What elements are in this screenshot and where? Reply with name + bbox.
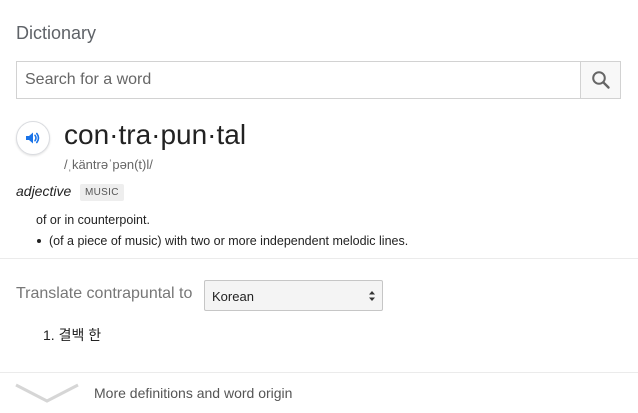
more-definitions-button[interactable]: More definitions and word origin (0, 372, 638, 413)
translate-label: Translate contrapuntal to (16, 285, 193, 302)
subject-label-badge: MUSIC (80, 184, 124, 201)
headword: con·tra·pun·tal (64, 119, 247, 150)
card-title: Dictionary (16, 23, 97, 43)
translation-result: 1. 결백 한 (43, 327, 102, 343)
section-divider (0, 258, 638, 259)
definition-sub: (of a piece of music) with two or more i… (49, 234, 409, 248)
part-of-speech: adjective (16, 183, 72, 199)
pronunciation-audio-button[interactable] (16, 121, 50, 155)
search-input[interactable] (17, 62, 582, 98)
chevron-down-icon (15, 383, 79, 403)
definition-main: of or in counterpoint. (36, 213, 150, 227)
selected-language: Korean (212, 289, 254, 304)
phonetic-spelling: /ˌkäntrəˈpən(t)l/ (64, 157, 153, 172)
speaker-icon (26, 132, 40, 144)
dictionary-card: Dictionary con·tra·pun·tal /ˌkäntrəˈpən(… (0, 0, 638, 413)
search-box (16, 61, 621, 99)
search-icon (591, 71, 610, 89)
search-button[interactable] (580, 62, 620, 98)
more-definitions-label: More definitions and word origin (94, 385, 293, 401)
language-select[interactable]: Korean (204, 280, 383, 311)
definition-bullet (37, 239, 41, 243)
select-arrows-icon (369, 291, 375, 301)
